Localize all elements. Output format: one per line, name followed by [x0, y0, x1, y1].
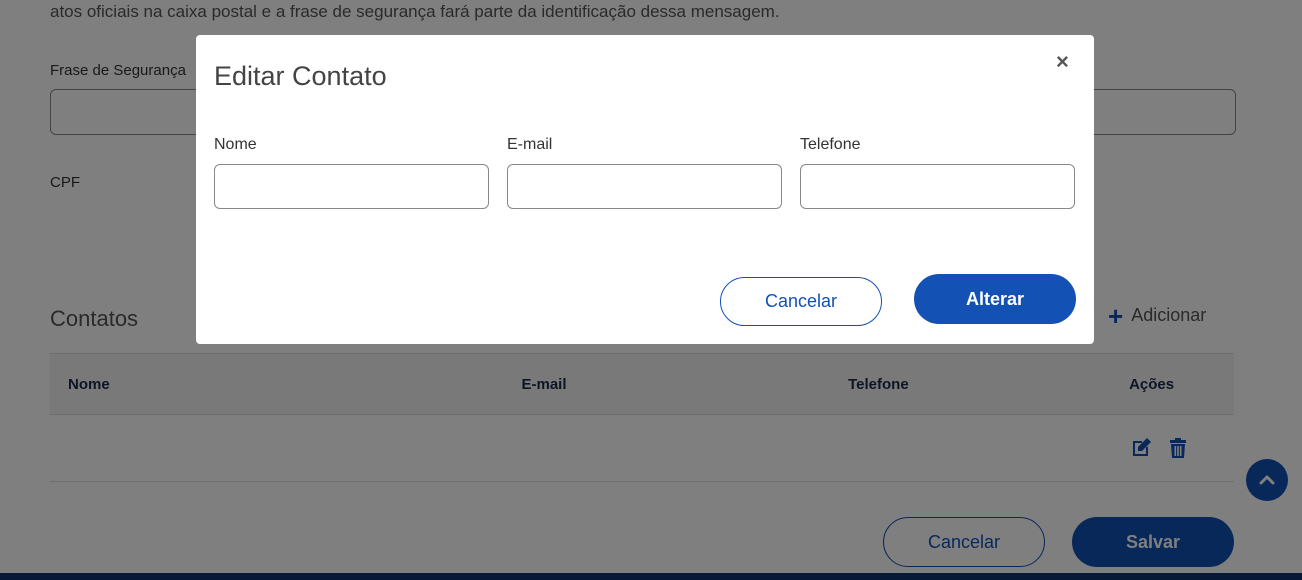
phone-label: Telefone [800, 136, 861, 153]
email-label: E-mail [507, 136, 553, 153]
phone-input[interactable] [800, 164, 1075, 209]
close-icon[interactable]: × [1056, 49, 1069, 75]
edit-contact-modal: Editar Contato × Nome E-mail Telefone Ca… [196, 35, 1094, 344]
name-input[interactable] [214, 164, 489, 209]
modal-cancel-button[interactable]: Cancelar [720, 277, 882, 326]
modal-title: Editar Contato [214, 61, 387, 91]
name-label: Nome [214, 136, 257, 153]
alter-button[interactable]: Alterar [914, 274, 1076, 324]
email-input[interactable] [507, 164, 782, 209]
